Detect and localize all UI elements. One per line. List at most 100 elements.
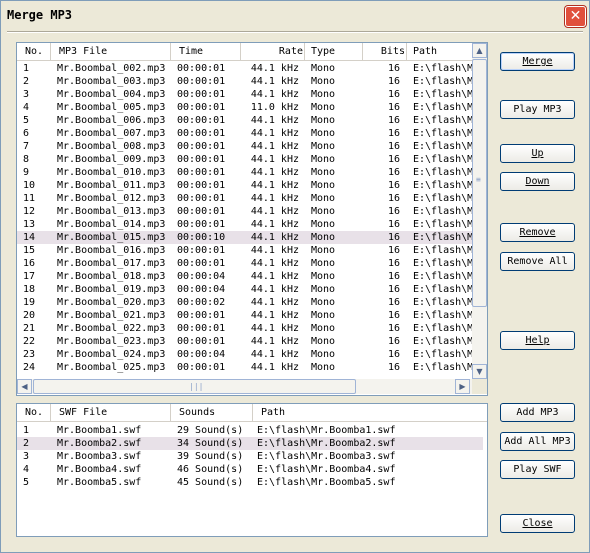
cell-no: 22 <box>23 336 36 347</box>
table-row[interactable]: 11 Mr.Boombal_012.mp3 00:00:01 44.1 kHz Mono… <box>17 192 472 205</box>
table-row[interactable]: 10 Mr.Boombal_011.mp3 00:00:01 44.1 kHz Mono… <box>17 179 472 192</box>
cell-path: E:\flash\M <box>413 89 472 100</box>
table-row[interactable]: 5 Mr.Boombal_006.mp3 00:00:01 44.1 kHz Mono 1… <box>17 114 472 127</box>
table-row[interactable]: 3 Mr.Boombal_004.mp3 00:00:01 44.1 kHz Mono 1… <box>17 88 472 101</box>
scroll-left-icon[interactable]: ◀ <box>17 379 32 394</box>
close-button[interactable]: Close <box>500 514 575 533</box>
cell-no: 11 <box>23 193 36 204</box>
cell-rate: 44.1 kHz <box>250 167 299 178</box>
play-swf-button[interactable]: Play SWF <box>500 460 575 479</box>
table-row[interactable]: 23 Mr.Boombal_024.mp3 00:00:04 44.1 kHz Mono… <box>17 348 472 361</box>
cell-no: 5 <box>23 115 30 126</box>
table-row[interactable]: 2 Mr.Boombal_003.mp3 00:00:01 44.1 kHz Mono 1… <box>17 75 472 88</box>
scroll-up-icon[interactable]: ▲ <box>472 43 487 58</box>
cell-swf-file: Mr.Boomba2.swf <box>57 438 142 449</box>
cell-mp3-file: Mr.Boombal_022.mp3 <box>57 323 166 334</box>
table-row[interactable]: 13 Mr.Boombal_014.mp3 00:00:01 44.1 kHz Mono… <box>17 218 472 231</box>
column-header-bits[interactable]: Bits <box>362 43 405 60</box>
cell-path: E:\flash\Mr.Boomba4.swf <box>257 464 396 475</box>
cell-bits: 16 <box>387 336 400 347</box>
cell-path: E:\flash\M <box>413 349 472 360</box>
horizontal-scroll-thumb[interactable]: ||| <box>33 379 356 394</box>
table-row[interactable]: 15 Mr.Boombal_016.mp3 00:00:01 44.1 kHz Mono… <box>17 244 472 257</box>
table-row[interactable]: 24 Mr.Boombal_025.mp3 00:00:01 44.1 kHz Mono… <box>17 361 472 374</box>
cell-rate: 44.1 kHz <box>250 323 299 334</box>
cell-bits: 16 <box>387 245 400 256</box>
column-header-mp3-file[interactable]: MP3 File <box>50 43 179 60</box>
cell-bits: 16 <box>387 128 400 139</box>
table-row[interactable]: 1 Mr.Boomba1.swf 29 Sound(s) E:\flash\Mr.Bo… <box>17 424 483 437</box>
cell-mp3-file: Mr.Boombal_019.mp3 <box>57 284 166 295</box>
table-row[interactable]: 4 Mr.Boombal_005.mp3 00:00:01 11.0 kHz Mono 1… <box>17 101 472 114</box>
cell-path: E:\flash\M <box>413 258 472 269</box>
column-header-sounds[interactable]: Sounds <box>170 404 261 421</box>
table-row[interactable]: 6 Mr.Boombal_007.mp3 00:00:01 44.1 kHz Mono 1… <box>17 127 472 140</box>
cell-rate: 44.1 kHz <box>250 297 299 308</box>
table-row[interactable]: 22 Mr.Boombal_023.mp3 00:00:01 44.1 kHz Mono… <box>17 335 472 348</box>
cell-bits: 16 <box>387 271 400 282</box>
cell-no: 4 <box>23 464 30 475</box>
table-row[interactable]: 4 Mr.Boomba4.swf 46 Sound(s) E:\flash\Mr.Bo… <box>17 463 483 476</box>
cell-rate: 44.1 kHz <box>250 349 299 360</box>
table-row[interactable]: 20 Mr.Boombal_021.mp3 00:00:01 44.1 kHz Mono… <box>17 309 472 322</box>
down-label: Down <box>525 176 550 187</box>
cell-bits: 16 <box>387 167 400 178</box>
table-row[interactable]: 12 Mr.Boombal_013.mp3 00:00:01 44.1 kHz Mono… <box>17 205 472 218</box>
add-mp3-button[interactable]: Add MP3 <box>500 403 575 422</box>
table-row[interactable]: 2 Mr.Boomba2.swf 34 Sound(s) E:\flash\Mr.Bo… <box>17 437 483 450</box>
table-row[interactable]: 5 Mr.Boomba5.swf 45 Sound(s) E:\flash\Mr.Bo… <box>17 476 483 489</box>
help-button[interactable]: Help <box>500 331 575 350</box>
table-row[interactable]: 21 Mr.Boombal_022.mp3 00:00:01 44.1 kHz Mono… <box>17 322 472 335</box>
down-button[interactable]: Down <box>500 172 575 191</box>
cell-rate: 44.1 kHz <box>250 245 299 256</box>
merge-button[interactable]: Merge <box>500 52 575 71</box>
table-row[interactable]: 18 Mr.Boombal_019.mp3 00:00:04 44.1 kHz Mono… <box>17 283 472 296</box>
up-button[interactable]: Up <box>500 144 575 163</box>
cell-type: Mono <box>311 76 336 87</box>
play-mp3-button[interactable]: Play MP3 <box>500 100 575 119</box>
table-row[interactable]: 3 Mr.Boomba3.swf 39 Sound(s) E:\flash\Mr.Bo… <box>17 450 483 463</box>
table-row[interactable]: 7 Mr.Boombal_008.mp3 00:00:01 44.1 kHz Mono 1… <box>17 140 472 153</box>
cell-time: 00:00:01 <box>177 258 226 269</box>
table-row[interactable]: 14 Mr.Boombal_015.mp3 00:00:10 44.1 kHz Mono… <box>17 231 472 244</box>
mp3-vertical-scrollbar[interactable]: ▲ ≡ ▼ <box>472 43 487 379</box>
vertical-scroll-thumb[interactable]: ≡ <box>472 59 487 307</box>
table-row[interactable]: 17 Mr.Boombal_018.mp3 00:00:04 44.1 kHz Mono… <box>17 270 472 283</box>
cell-no: 19 <box>23 297 36 308</box>
column-header-type[interactable]: Type <box>304 43 369 60</box>
table-row[interactable]: 9 Mr.Boombal_010.mp3 00:00:01 44.1 kHz Mono 1… <box>17 166 472 179</box>
mp3-list-header: No. MP3 File Time Rate Type Bits Path <box>17 43 472 61</box>
table-row[interactable]: 19 Mr.Boombal_020.mp3 00:00:02 44.1 kHz Mono… <box>17 296 472 309</box>
column-header-rate[interactable]: Rate <box>240 43 303 60</box>
cell-bits: 16 <box>387 115 400 126</box>
column-header-path[interactable]: Path <box>406 43 479 60</box>
swf-file-list[interactable]: No. SWF File Sounds Path 1 Mr.Boomba1.swf 29 … <box>16 403 488 537</box>
cell-type: Mono <box>311 271 336 282</box>
cell-bits: 16 <box>387 63 400 74</box>
cell-rate: 11.0 kHz <box>250 102 299 113</box>
table-row[interactable]: 1 Mr.Boombal_002.mp3 00:00:01 44.1 kHz Mono 1… <box>17 62 472 75</box>
cell-sounds: 46 Sound(s) <box>177 464 244 475</box>
cell-mp3-file: Mr.Boombal_024.mp3 <box>57 349 166 360</box>
cell-mp3-file: Mr.Boombal_008.mp3 <box>57 141 166 152</box>
scroll-down-icon[interactable]: ▼ <box>472 364 487 379</box>
cell-time: 00:00:01 <box>177 63 226 74</box>
mp3-horizontal-scrollbar[interactable]: ◀ ||| ▶ <box>17 379 472 394</box>
column-header-swf-file[interactable]: SWF File <box>50 404 179 421</box>
cell-no: 8 <box>23 154 30 165</box>
add-all-mp3-button[interactable]: Add All MP3 <box>500 432 575 451</box>
remove-all-button[interactable]: Remove All <box>500 252 575 271</box>
cell-no: 7 <box>23 141 30 152</box>
mp3-file-list[interactable]: No. MP3 File Time Rate Type Bits Path 1 Mr.Boom… <box>16 42 488 396</box>
remove-label: Remove <box>519 227 556 238</box>
column-header-time[interactable]: Time <box>170 43 249 60</box>
cell-bits: 16 <box>387 193 400 204</box>
table-row[interactable]: 8 Mr.Boombal_009.mp3 00:00:01 44.1 kHz Mono 1… <box>17 153 472 166</box>
close-icon[interactable]: ✕ <box>565 6 586 27</box>
column-header-path[interactable]: Path <box>252 404 487 421</box>
table-row[interactable]: 16 Mr.Boombal_017.mp3 00:00:01 44.1 kHz Mono… <box>17 257 472 270</box>
cell-rate: 44.1 kHz <box>250 89 299 100</box>
scroll-right-icon[interactable]: ▶ <box>455 379 470 394</box>
remove-button[interactable]: Remove <box>500 223 575 242</box>
cell-no: 24 <box>23 362 36 373</box>
